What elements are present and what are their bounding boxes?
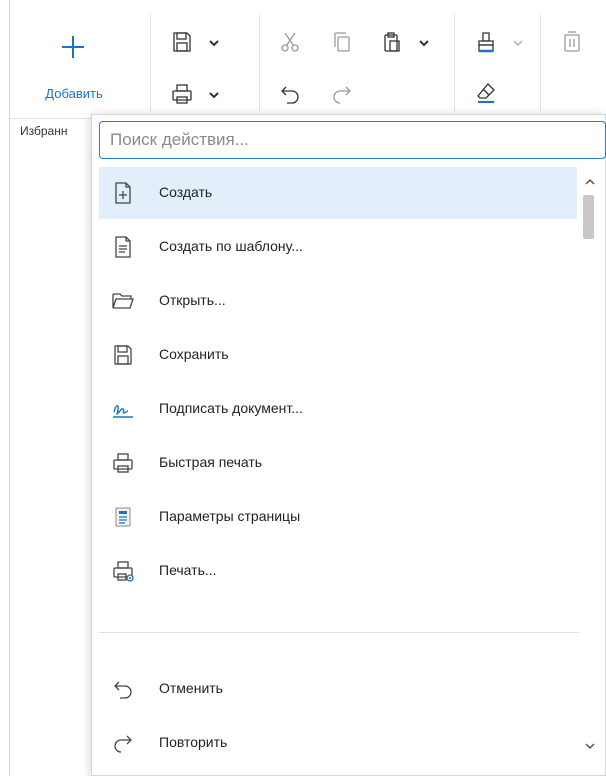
delete-icon[interactable] [560,30,584,54]
save-icon [111,343,135,367]
menu-item-label: Параметры страницы [159,508,301,524]
signature-icon [111,397,135,421]
add-button[interactable]: Добавить [22,30,126,106]
print-dropdown-chevron-icon[interactable] [208,90,220,100]
menu-item-create-from-template[interactable]: Создать по шаблону... [99,221,577,273]
save-dropdown-chevron-icon[interactable] [208,38,220,48]
menu-item-print[interactable]: Печать... [99,545,577,597]
printer-icon [111,451,135,475]
toolbar-separator [259,14,260,112]
page-settings-icon [111,505,135,529]
menu-item-sign-document[interactable]: Подписать документ... [99,383,577,435]
format-painter-dropdown-chevron-icon[interactable] [512,38,524,48]
menu-item-create[interactable]: Создать [99,167,577,219]
save-icon[interactable] [170,30,194,54]
add-button-label: Добавить [45,86,103,101]
menu-item-open[interactable]: Открыть... [99,275,577,327]
new-document-icon [111,181,135,205]
action-search-box[interactable] [99,121,606,159]
menu-item-label: Печать... [159,562,217,578]
paste-dropdown-chevron-icon[interactable] [418,38,430,48]
printer-icon[interactable] [170,82,194,106]
menu-item-label: Создать по шаблону... [159,238,303,254]
redo-icon [111,731,135,755]
scroll-up-chevron-icon[interactable] [584,175,596,187]
copy-icon[interactable] [330,30,354,54]
menu-separator [99,632,579,633]
scroll-down-chevron-icon[interactable] [584,739,596,751]
action-search-popup: Создать Создать по шаблону... Открыть...… [91,114,606,776]
toolbar-separator [540,14,541,112]
folder-open-icon [111,289,135,313]
menu-item-quick-print[interactable]: Быстрая печать [99,437,577,489]
undo-icon [111,677,135,701]
menu-item-redo[interactable]: Повторить [99,717,577,769]
menu-item-undo[interactable]: Отменить [99,663,577,715]
menu-item-label: Отменить [159,680,223,696]
menu-item-label: Быстрая печать [159,454,263,470]
menu-item-save[interactable]: Сохранить [99,329,577,381]
redo-icon[interactable] [330,82,354,106]
toolbar-separator [150,14,151,112]
plus-icon [62,36,84,58]
format-painter-icon[interactable] [474,30,498,54]
menu-item-label: Подписать документ... [159,400,303,416]
menu-item-label: Сохранить [159,346,229,362]
paste-icon[interactable] [380,30,404,54]
undo-icon[interactable] [278,82,302,106]
action-search-input[interactable] [110,122,590,157]
cut-icon[interactable] [278,30,302,54]
template-document-icon [111,235,135,259]
clear-formatting-eraser-icon[interactable] [474,80,498,104]
menu-item-label: Открыть... [159,292,226,308]
scrollbar-thumb[interactable] [583,195,594,239]
print-settings-icon [111,559,135,583]
menu-item-label: Повторить [159,734,228,750]
toolbar-separator [454,14,455,112]
menu-item-page-settings[interactable]: Параметры страницы [99,491,577,543]
favorites-label: Избранн [20,124,68,138]
menu-item-label: Создать [159,184,213,200]
